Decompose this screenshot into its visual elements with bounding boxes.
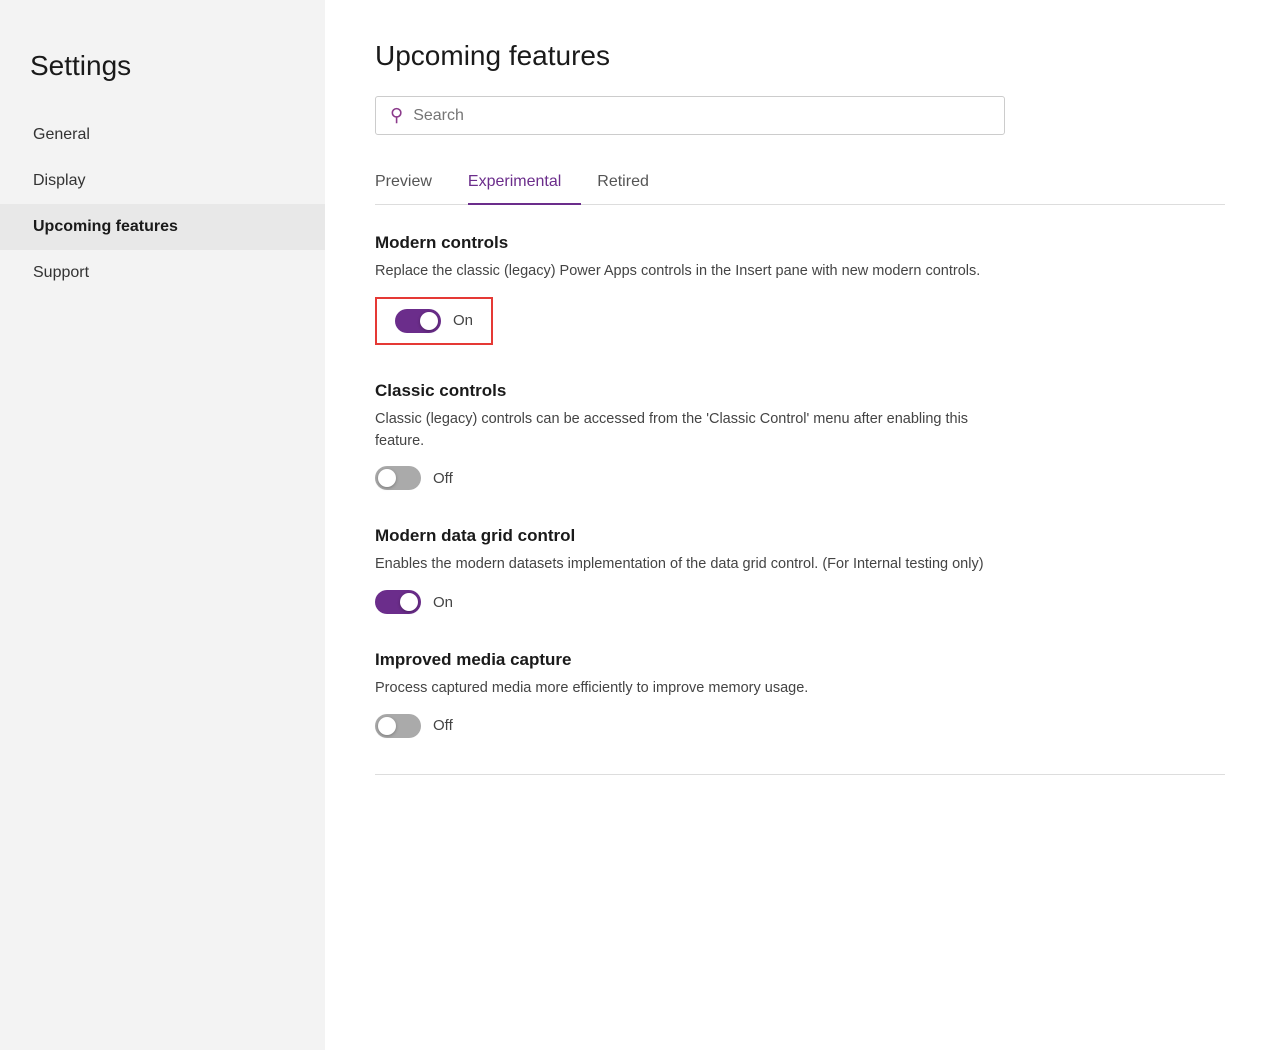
search-input[interactable] xyxy=(413,107,990,125)
tab-retired[interactable]: Retired xyxy=(597,163,669,205)
toggle-label-classic-controls: Off xyxy=(433,470,453,487)
toggle-classic-controls[interactable] xyxy=(375,466,421,490)
feature-improved-media-capture: Improved media capture Process captured … xyxy=(375,650,1225,738)
feature-desc-modern-data-grid: Enables the modern datasets implementati… xyxy=(375,554,995,576)
toggle-label-improved-media-capture: Off xyxy=(433,717,453,734)
feature-modern-data-grid: Modern data grid control Enables the mod… xyxy=(375,526,1225,614)
toggle-thumb-modern-controls xyxy=(420,312,438,330)
page-title: Upcoming features xyxy=(375,40,1225,72)
sidebar: Settings General Display Upcoming featur… xyxy=(0,0,325,1050)
feature-desc-improved-media-capture: Process captured media more efficiently … xyxy=(375,678,995,700)
tabs-bar: Preview Experimental Retired xyxy=(375,163,1225,205)
bottom-divider xyxy=(375,774,1225,775)
sidebar-item-general[interactable]: General xyxy=(0,112,325,158)
toggle-label-modern-controls: On xyxy=(453,312,473,329)
tab-preview[interactable]: Preview xyxy=(375,163,452,205)
toggle-improved-media-capture[interactable] xyxy=(375,714,421,738)
main-content: Upcoming features ⚲ Preview Experimental… xyxy=(325,0,1275,1050)
toggle-label-modern-data-grid: On xyxy=(433,594,453,611)
feature-desc-modern-controls: Replace the classic (legacy) Power Apps … xyxy=(375,261,995,283)
toggle-row-classic-controls: Off xyxy=(375,466,1225,490)
feature-title-modern-data-grid: Modern data grid control xyxy=(375,526,1225,546)
search-icon: ⚲ xyxy=(390,105,403,126)
feature-title-classic-controls: Classic controls xyxy=(375,381,1225,401)
feature-title-improved-media-capture: Improved media capture xyxy=(375,650,1225,670)
sidebar-item-upcoming[interactable]: Upcoming features xyxy=(0,204,325,250)
toggle-row-modern-data-grid: On xyxy=(375,590,1225,614)
sidebar-item-support[interactable]: Support xyxy=(0,250,325,296)
settings-title: Settings xyxy=(0,40,325,112)
toggle-modern-controls[interactable] xyxy=(395,309,441,333)
toggle-row-improved-media-capture: Off xyxy=(375,714,1225,738)
toggle-highlight-box: On xyxy=(375,297,493,345)
search-box: ⚲ xyxy=(375,96,1005,135)
feature-classic-controls: Classic controls Classic (legacy) contro… xyxy=(375,381,1225,491)
feature-title-modern-controls: Modern controls xyxy=(375,233,1225,253)
sidebar-item-display[interactable]: Display xyxy=(0,158,325,204)
toggle-thumb-improved-media-capture xyxy=(378,717,396,735)
toggle-thumb-modern-data-grid xyxy=(400,593,418,611)
tab-experimental[interactable]: Experimental xyxy=(468,163,581,205)
feature-desc-classic-controls: Classic (legacy) controls can be accesse… xyxy=(375,409,995,453)
toggle-modern-data-grid[interactable] xyxy=(375,590,421,614)
feature-modern-controls: Modern controls Replace the classic (leg… xyxy=(375,233,1225,345)
